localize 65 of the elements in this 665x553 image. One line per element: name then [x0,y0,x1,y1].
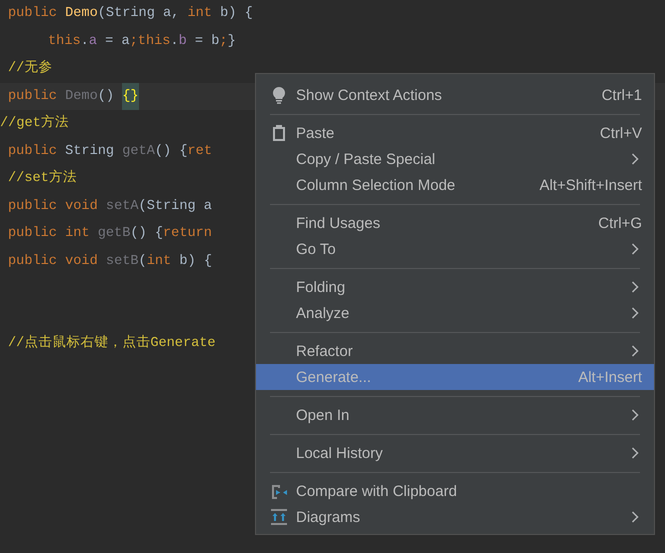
diagram-icon [270,508,288,526]
menu-item[interactable]: Paste Ctrl+V [256,120,654,146]
menu-item[interactable]: Compare with Clipboard [256,478,654,504]
keyword: public [8,88,58,106]
chevron-icon [631,153,639,165]
chevron-icon [631,409,639,421]
keyword: ; [219,32,228,50]
keyword: public int [8,225,91,243]
keyword: public void [8,198,99,216]
code-text: () { [130,225,164,243]
code-text: b) { [178,252,212,270]
chevron-icon [631,281,639,293]
code-text: = b [194,32,220,50]
menu-item[interactable]: Copy / Paste Special [256,146,654,172]
code-comment: //get方法 [0,114,69,133]
menu-item[interactable]: Refactor [256,338,654,364]
keyword: ;this [130,32,170,50]
code-text: () [98,88,116,106]
method-name: setA [106,198,139,216]
method-name: getB [98,225,130,243]
code-comment: //set方法 [8,168,77,188]
method-name: Demo [65,88,98,106]
chevron-icon [631,511,639,523]
code-text: String [65,142,116,160]
keyword: int [146,252,172,270]
keyword: return [163,225,212,243]
code-text: = a [104,32,130,50]
method-name: Demo [65,5,98,23]
menu-item[interactable]: Folding [256,274,654,300]
code-text: ( [138,252,147,270]
code-text: (String a [138,198,212,216]
menu-item[interactable]: Diagrams [256,504,654,530]
code-text: (String a, [98,5,180,23]
menu-item[interactable]: Go To [256,236,654,262]
code-text: } [228,32,236,50]
lightbulb-icon [270,86,288,104]
menu-item[interactable]: Analyze [256,300,654,326]
keyword: public void [8,252,99,270]
chevron-icon [631,447,639,459]
keyword: this [48,32,81,50]
code-comment: //点击鼠标右键，点击Generate [8,334,216,353]
chevron-icon [631,345,639,357]
keyword: int [187,5,212,23]
code-text: . [170,32,179,50]
menu-item[interactable]: Open In [256,402,654,428]
method-name: setB [106,252,139,270]
keyword: ret [188,142,212,160]
code-text: () { [154,142,188,160]
code-text: . [80,32,89,50]
brace-match: {} [122,82,139,110]
menu-item[interactable]: Column Selection Mode Alt+Shift+Insert [256,172,654,198]
field-name: a [88,32,97,50]
chevron-icon [631,243,639,255]
menu-item[interactable]: Show Context Actions Ctrl+1 [256,82,654,108]
compare-icon [270,482,288,500]
chevron-icon [631,307,639,319]
code-comment: //无参 [8,59,52,78]
clipboard-icon [270,124,288,142]
menu-item[interactable]: Local History [256,440,654,466]
field-name: b [178,32,187,50]
keyword: public [8,5,58,23]
keyword: public [8,142,58,160]
method-name: getA [122,142,155,160]
code-text: b) { [219,5,253,23]
menu-item[interactable]: Find Usages Ctrl+G [256,210,654,236]
